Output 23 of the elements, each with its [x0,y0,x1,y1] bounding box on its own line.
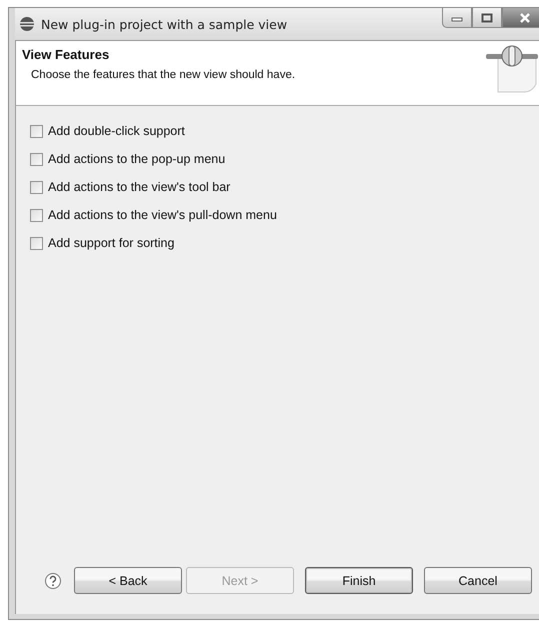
checkbox[interactable] [30,180,43,194]
option-label: Add actions to the view's pull-down menu [48,208,277,222]
cancel-button[interactable]: Cancel [424,567,532,594]
page-description: Choose the features that the new view should have. [31,69,296,81]
option-label: Add actions to the pop-up menu [48,152,226,166]
finish-button[interactable]: Finish [305,567,413,594]
checkbox[interactable] [30,236,43,250]
minimize-button[interactable] [442,8,472,28]
option-label: Add double-click support [48,124,185,138]
back-button[interactable]: < Back [74,567,182,594]
checkbox[interactable] [30,208,43,222]
maximize-icon [481,12,493,22]
maximize-button[interactable] [472,8,502,28]
close-icon [519,12,531,22]
option-label: Add support for sorting [48,236,174,250]
checkbox[interactable] [30,124,43,138]
help-icon[interactable] [44,572,62,590]
window-title: New plug-in project with a sample view [41,16,288,32]
checkbox[interactable] [30,152,43,166]
option-label: Add actions to the view's tool bar [48,180,230,194]
page-title: View Features [22,47,110,62]
close-button[interactable] [502,8,539,28]
sphere-icon [19,16,35,32]
